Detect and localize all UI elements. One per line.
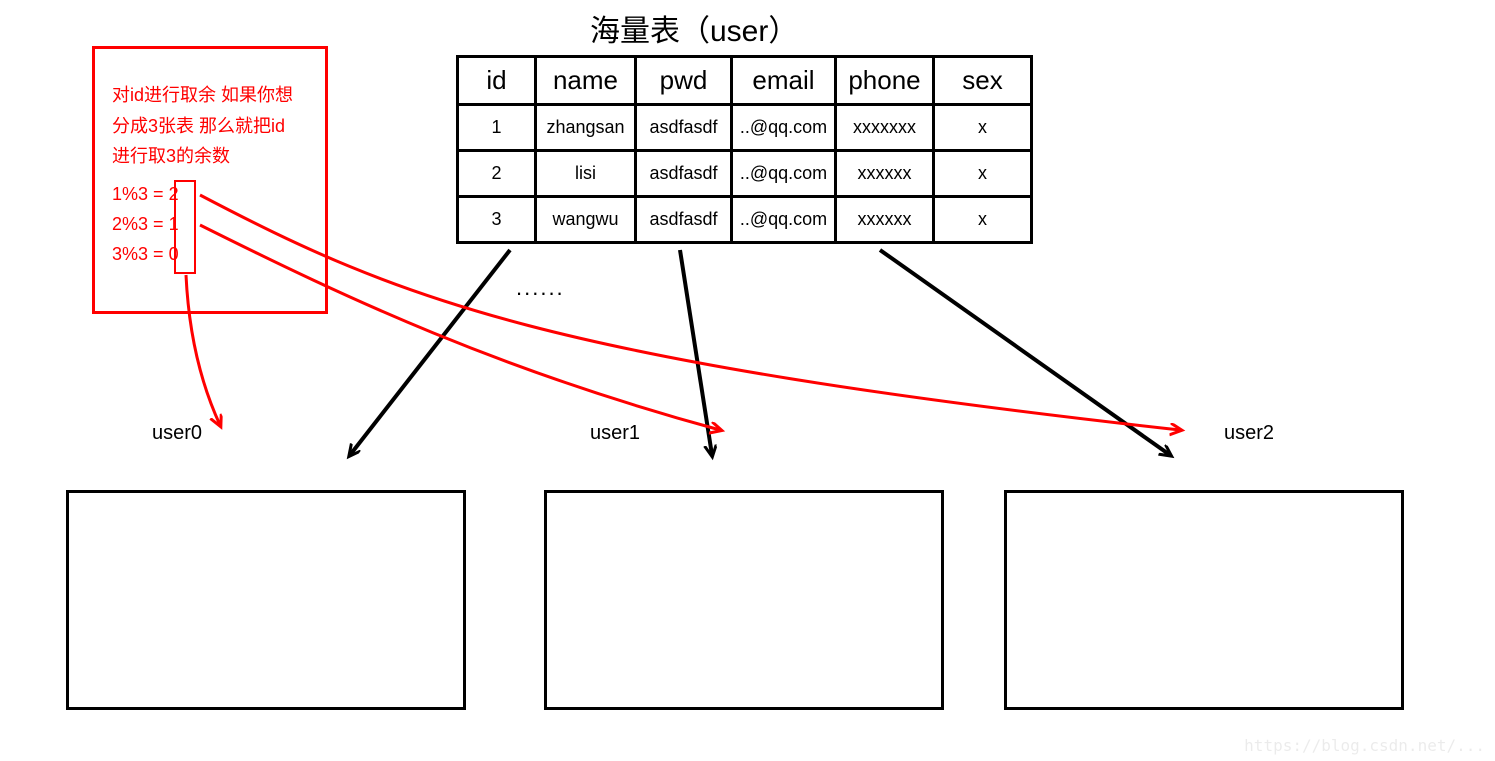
watermark: https://blog.csdn.net/...: [1244, 736, 1485, 755]
col-phone: phone: [836, 57, 934, 105]
col-sex: sex: [934, 57, 1032, 105]
cell-phone: xxxxxx: [836, 197, 934, 243]
table-row: 1 zhangsan asdfasdf ..@qq.com xxxxxxx x: [458, 105, 1032, 151]
calc-row: 3%3 = 0: [112, 244, 179, 265]
calc-result: 2: [169, 184, 179, 204]
arrow-table-to-user2: [880, 250, 1170, 455]
cell-pwd: asdfasdf: [636, 105, 732, 151]
cell-pwd: asdfasdf: [636, 197, 732, 243]
col-email: email: [732, 57, 836, 105]
calc-row: 2%3 = 1: [112, 214, 179, 235]
calc-expr: 3%3 =: [112, 244, 164, 264]
cell-id: 1: [458, 105, 536, 151]
cell-sex: x: [934, 105, 1032, 151]
user-table: id name pwd email phone sex 1 zhangsan a…: [456, 55, 1033, 244]
note-line: 对id进行取余 如果你想: [112, 80, 293, 111]
table-ellipsis: ......: [516, 275, 565, 301]
arrow-table-to-user1: [680, 250, 712, 455]
arrow-table-to-user0: [350, 250, 510, 455]
subtable-label-user2: user2: [1224, 422, 1274, 445]
cell-email: ..@qq.com: [732, 197, 836, 243]
subtable-label-user0: user0: [152, 422, 202, 445]
cell-email: ..@qq.com: [732, 105, 836, 151]
subtable-user2: [1004, 490, 1404, 710]
cell-phone: xxxxxx: [836, 151, 934, 197]
cell-pwd: asdfasdf: [636, 151, 732, 197]
table-row: 3 wangwu asdfasdf ..@qq.com xxxxxx x: [458, 197, 1032, 243]
table-row: 2 lisi asdfasdf ..@qq.com xxxxxx x: [458, 151, 1032, 197]
calc-result: 1: [169, 214, 179, 234]
col-id: id: [458, 57, 536, 105]
diagram-title: 海量表（user）: [590, 6, 798, 50]
subtable-user0: [66, 490, 466, 710]
cell-sex: x: [934, 151, 1032, 197]
subtable-user1: [544, 490, 944, 710]
col-name: name: [536, 57, 636, 105]
table-header-row: id name pwd email phone sex: [458, 57, 1032, 105]
calc-row: 1%3 = 2: [112, 184, 179, 205]
calc-expr: 2%3 =: [112, 214, 164, 234]
cell-sex: x: [934, 197, 1032, 243]
cell-id: 2: [458, 151, 536, 197]
cell-name: zhangsan: [536, 105, 636, 151]
calc-result: 0: [169, 244, 179, 264]
note-line: 分成3张表 那么就把id: [112, 111, 293, 142]
note-line: 进行取3的余数: [112, 141, 293, 172]
cell-name: wangwu: [536, 197, 636, 243]
calc-expr: 1%3 =: [112, 184, 164, 204]
cell-id: 3: [458, 197, 536, 243]
cell-email: ..@qq.com: [732, 151, 836, 197]
note-text: 对id进行取余 如果你想 分成3张表 那么就把id 进行取3的余数: [112, 80, 293, 172]
subtable-label-user1: user1: [590, 422, 640, 445]
col-pwd: pwd: [636, 57, 732, 105]
cell-name: lisi: [536, 151, 636, 197]
cell-phone: xxxxxxx: [836, 105, 934, 151]
